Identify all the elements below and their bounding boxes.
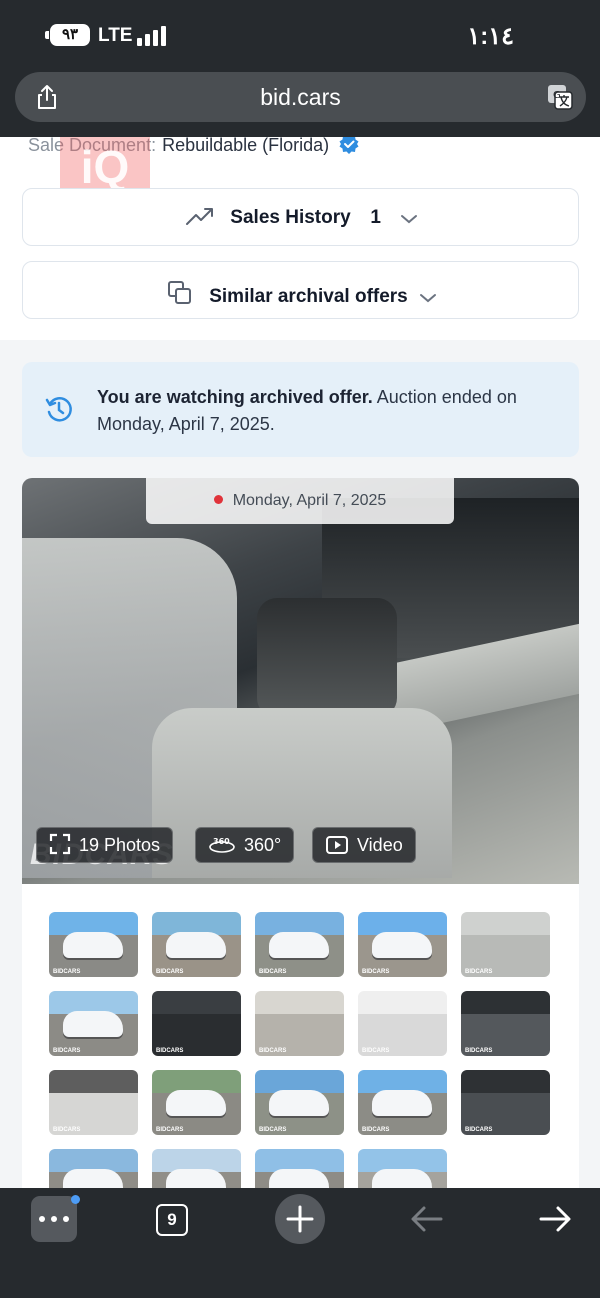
fullscreen-icon [49,833,71,855]
thumbnail-watermark: BIDCARS [465,969,493,975]
plus-icon [286,1205,314,1233]
network-label: LTE [98,25,133,46]
photo-thumbnail[interactable]: BIDCARS [358,991,447,1056]
address-bar[interactable]: bid.cars G [15,72,586,122]
back-arrow-icon[interactable] [409,1203,445,1235]
photo-gallery: Monday, April 7, 2025 BIDCARS 19 Photos … [22,478,579,1188]
chevron-down-icon [400,215,417,224]
notification-dot [71,1195,80,1204]
thumbnail-watermark: BIDCARS [465,1127,493,1133]
play-video-icon [326,836,348,854]
thumbnail-car [269,932,329,958]
thumbnail-watermark: BIDCARS [259,969,287,975]
photo-thumbnail[interactable]: BIDCARS [255,991,344,1056]
auction-date-text: Monday, April 7, 2025 [232,492,387,509]
photo-thumbnail[interactable]: BIDCARS [152,991,241,1056]
thumbnail-watermark: BIDCARS [53,969,81,975]
thumbnail-car [63,1169,123,1188]
forward-arrow-icon[interactable] [537,1203,573,1235]
page-content: Sale Document: Rebuildable (Florida) iQ S… [0,137,600,1188]
photo-thumbnail[interactable]: BIDCARS [152,1070,241,1135]
photo-thumbnail[interactable]: BIDCARS [358,912,447,977]
sale-document-value: Rebuildable (Florida) [162,137,330,155]
thumbnail-car [63,1011,123,1037]
main-car-photo[interactable]: Monday, April 7, 2025 BIDCARS 19 Photos … [22,478,579,884]
photo-thumbnail[interactable]: BIDCARS [255,1070,344,1135]
thumbnail-car [166,1169,226,1188]
browser-top-chrome: ٩٣ LTE ١:١٤ bid.cars G [0,0,600,137]
auction-date-label: Monday, April 7, 2025 [146,478,454,524]
thumbnail-car [372,1169,432,1188]
photo-console [257,598,397,718]
tabs-button[interactable]: 9 [156,1204,188,1236]
archived-offer-notice: You are watching archived offer. Auction… [22,362,579,457]
trend-up-icon [186,208,214,225]
status-dot [213,495,223,504]
svg-text:360: 360 [213,837,230,846]
status-time: ١:١٤ [467,23,514,50]
thumbnail-watermark: BIDCARS [259,1048,287,1054]
photo-thumbnail[interactable]: BIDCARS [49,1070,138,1135]
thumbnail-car [372,1090,432,1116]
signal-bars-icon [137,26,171,46]
thumbnail-watermark: BIDCARS [362,1048,390,1054]
thumbnail-watermark: BIDCARS [465,1048,493,1054]
thumbnail-car [269,1169,329,1188]
video-button[interactable]: Video [312,827,416,863]
photo-thumbnail[interactable]: BIDCARS [152,912,241,977]
thumbnail-car [63,932,123,958]
photo-thumbnail[interactable]: BIDCARS [358,1070,447,1135]
rotate-360-icon: 360 [209,837,235,853]
thumbnail-watermark: BIDCARS [53,1048,81,1054]
sales-history-label: Sales History [230,207,351,228]
thumbnail-car [166,932,226,958]
thumbnail-watermark: BIDCARS [156,1127,184,1133]
view-360-button[interactable]: 360 360° [195,827,295,863]
notice-bold-text: You are watching archived offer. [97,387,373,407]
similar-offers-accordion[interactable]: Similar archival offers [22,261,579,319]
thumbnail-watermark: BIDCARS [362,969,390,975]
new-tab-button[interactable] [275,1194,325,1244]
chevron-down-icon [420,294,437,303]
photo-thumbnail[interactable]: BIDCARS [358,1149,447,1188]
thumbnail-car [372,932,432,958]
notice-text: You are watching archived offer. Auction… [97,384,517,438]
thumbnail-watermark: BIDCARS [259,1127,287,1133]
thumbnail-watermark: BIDCARS [53,1127,81,1133]
copy-icon [167,281,191,304]
photos-button[interactable]: 19 Photos [36,827,174,863]
svg-text:G: G [553,90,561,101]
thumbnail-car [166,1090,226,1116]
photo-thumbnail[interactable]: BIDCARS [461,991,550,1056]
more-menu-button[interactable] [31,1196,77,1242]
photo-thumbnail[interactable]: BIDCARS [152,1149,241,1188]
similar-offers-label: Similar archival offers [209,286,408,307]
thumbnail-watermark: BIDCARS [362,1127,390,1133]
photo-thumbnail[interactable]: BIDCARS [49,1149,138,1188]
thumbnail-watermark: BIDCARS [156,1048,184,1054]
verified-badge-icon [339,137,359,154]
view-360-label: 360° [244,835,282,855]
photo-thumbnail[interactable]: BIDCARS [255,912,344,977]
photo-thumbnail[interactable]: BIDCARS [49,991,138,1056]
video-label: Video [357,835,403,855]
photo-thumbnail[interactable]: BIDCARS [49,912,138,977]
sales-history-accordion[interactable]: Sales History 1 [22,188,579,246]
details-section: Sale Document: Rebuildable (Florida) iQ S… [0,137,600,340]
photo-thumbnail[interactable]: BIDCARS [461,912,550,977]
url-text[interactable]: bid.cars [15,84,586,111]
thumbnail-car [269,1090,329,1116]
photo-thumbnail[interactable]: BIDCARS [255,1149,344,1188]
history-icon [45,397,72,422]
translate-icon[interactable]: G [546,83,574,111]
browser-bottom-toolbar: 9 [0,1188,600,1298]
battery-nub [45,31,49,39]
battery-indicator: ٩٣ [50,24,90,46]
thumbnail-watermark: BIDCARS [156,969,184,975]
photo-thumbnail[interactable]: BIDCARS [461,1070,550,1135]
photos-label: 19 Photos [79,835,161,855]
sales-history-count: 1 [370,207,381,228]
status-bar: ٩٣ LTE ١:١٤ [0,18,600,54]
